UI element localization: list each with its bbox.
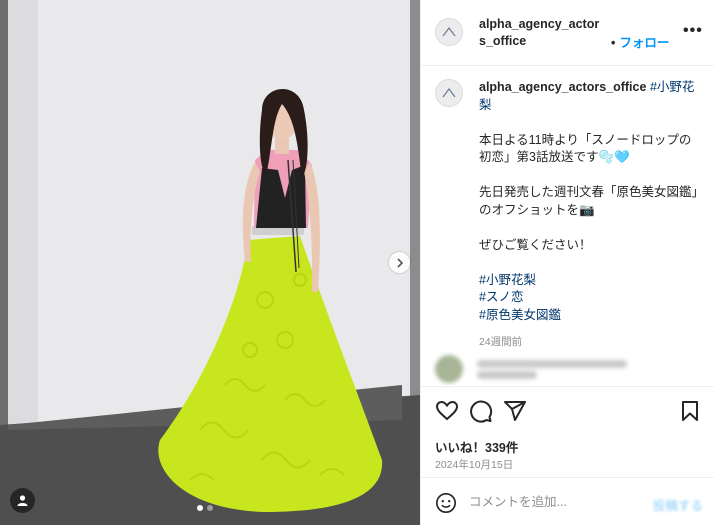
photo-scene <box>0 0 420 525</box>
post-sidebar: alpha_agency_actors_office • フォロー ••• alp… <box>420 0 714 525</box>
post-comment-button[interactable]: 投稿する <box>653 495 703 514</box>
caption-timestamp: 24週間前 <box>479 335 523 348</box>
avatar[interactable] <box>435 18 463 46</box>
follow-button[interactable]: • フォロー <box>611 32 669 51</box>
hashtag-link[interactable]: #スノ恋 <box>479 290 523 304</box>
comment-bar: 投稿する <box>421 477 714 525</box>
tagged-people-button[interactable] <box>10 488 35 513</box>
post-header: alpha_agency_actors_office • フォロー ••• <box>421 0 714 66</box>
more-options-icon[interactable]: ••• <box>683 23 703 39</box>
carousel-next-button[interactable] <box>389 252 410 273</box>
agency-logo-icon <box>442 27 456 37</box>
heart-icon[interactable] <box>435 399 459 423</box>
follow-label: フォロー <box>619 36 670 50</box>
caption-avatar[interactable] <box>435 79 463 107</box>
chevron-right-icon <box>396 257 403 268</box>
bookmark-icon[interactable] <box>678 399 702 423</box>
blurred-comment <box>435 355 627 383</box>
avatar <box>435 355 463 383</box>
caption-line: 先日発売した週刊文春「原色美女図鑑」のオフショットを📷 <box>479 185 698 217</box>
comment-input[interactable] <box>469 492 639 512</box>
comment-icon[interactable] <box>469 399 493 423</box>
smiley-icon[interactable] <box>435 492 457 514</box>
header-username[interactable]: alpha_agency_actors_office <box>479 16 605 50</box>
agency-logo-icon <box>442 88 456 98</box>
comments-area: alpha_agency_actors_office #小野花梨 本日よる11時… <box>421 67 714 385</box>
hashtag-link[interactable]: #小野花梨 <box>479 273 536 287</box>
carousel-indicator <box>197 505 213 511</box>
post-caption: alpha_agency_actors_office #小野花梨 本日よる11時… <box>479 79 701 351</box>
caption-line: 本日よる11時より「スノードロップの初恋」第3話放送です🫧🩵 <box>479 132 692 165</box>
post-actions: いいね！339件 2024年10月15日 <box>421 386 714 476</box>
follow-separator: • <box>611 36 616 50</box>
carousel-dot-active <box>197 505 203 511</box>
post-date: 2024年10月15日 <box>435 459 514 471</box>
hashtag-link[interactable]: #原色美女図鑑 <box>479 308 561 322</box>
caption-line: ぜひご覧ください！ <box>479 237 592 252</box>
caption-username[interactable]: alpha_agency_actors_office <box>479 80 646 94</box>
post-image[interactable] <box>0 0 420 525</box>
carousel-dot <box>207 505 213 511</box>
person-tag-icon <box>17 495 28 506</box>
share-icon[interactable] <box>503 399 527 423</box>
like-count[interactable]: いいね！339件 <box>435 437 518 456</box>
